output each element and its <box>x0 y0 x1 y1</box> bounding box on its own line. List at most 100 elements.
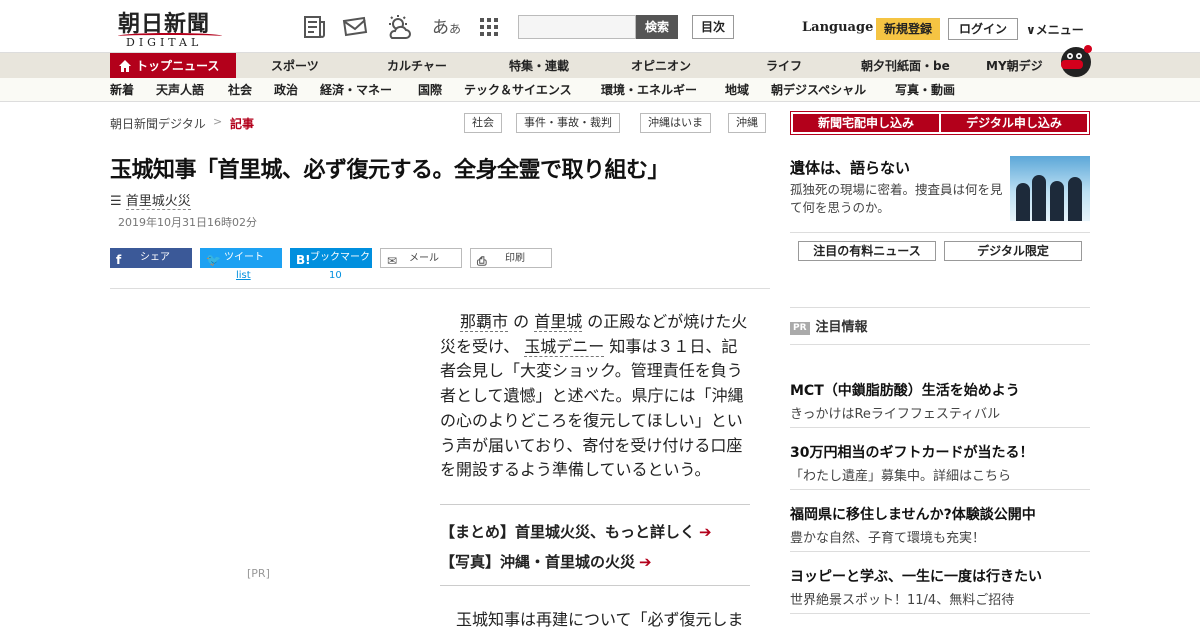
login-button[interactable]: ログイン <box>948 18 1018 40</box>
search-button[interactable]: 検索 <box>636 15 678 39</box>
tag-okinawa[interactable]: 沖縄 <box>728 113 766 133</box>
related-link-photos[interactable]: 【写真】沖縄・首里城の火災 ➔ <box>440 551 652 572</box>
nav-sports[interactable]: スポーツ <box>271 53 319 79</box>
asahi-digital-logo[interactable]: 朝日新聞 DIGITAL <box>110 6 230 49</box>
hatena-count[interactable]: 10 <box>329 270 342 281</box>
ad-title[interactable]: 30万円相当のギフトカードが当たる！ <box>790 442 1033 462</box>
nav-life[interactable]: ライフ <box>766 53 802 79</box>
pr-heading: PR 注目情報 <box>790 316 868 335</box>
twitter-count[interactable]: list <box>236 270 251 281</box>
sidebar-divider <box>790 427 1090 428</box>
nav-photo-video[interactable]: 写真・動画 <box>895 78 955 102</box>
weather-icon[interactable] <box>386 14 412 40</box>
sidebar-divider <box>790 489 1090 490</box>
ad-pr-label: [PR] <box>247 567 270 580</box>
font-large-label: あ <box>432 18 449 38</box>
menu-label: メニュー <box>1035 23 1084 37</box>
promo-title[interactable]: 遺体は、語らない <box>790 157 910 178</box>
ad-description[interactable]: 世界絶景スポット！11/4、無料ご招待 <box>790 589 1014 608</box>
related-link-label: 【写真】沖縄・首里城の火災 <box>440 553 636 571</box>
nav-my-asadigi[interactable]: MY朝デジ <box>986 53 1043 79</box>
pr-heading-label: 注目情報 <box>815 320 868 335</box>
paper-subscribe-button[interactable]: 新聞宅配申し込み <box>793 114 939 132</box>
subscribe-box: 新聞宅配申し込み デジタル申し込み <box>790 111 1090 135</box>
related-links: 【まとめ】首里城火災、もっと詳しく ➔ 【写真】沖縄・首里城の火災 ➔ <box>440 504 750 586</box>
ad-description[interactable]: きっかけはReライフフェスティバル <box>790 403 1000 422</box>
promo-description[interactable]: 孤独死の現場に密着。捜査員は何を見て何を思うのか。 <box>790 181 1005 217</box>
tag-incidents[interactable]: 事件・事故・裁判 <box>516 113 620 133</box>
newspaper-icon[interactable] <box>302 14 328 40</box>
ad-title[interactable]: MCT（中鎖脂肪酸）生活を始めよう <box>790 380 1020 400</box>
related-link-summary[interactable]: 【まとめ】首里城火災、もっと詳しく ➔ <box>440 521 712 542</box>
register-button[interactable]: 新規登録 <box>876 18 940 40</box>
hatena-icon: B! <box>296 253 311 267</box>
grid-apps-icon[interactable] <box>476 14 502 40</box>
facebook-share-button[interactable]: f シェア <box>110 248 192 268</box>
ad-title[interactable]: 福岡県に移住しませんか?体験談公開中 <box>790 504 1036 524</box>
hatena-bookmark-button[interactable]: B! ブックマーク <box>290 248 372 268</box>
digital-subscribe-button[interactable]: デジタル申し込み <box>941 114 1087 132</box>
bookmark-label: ブックマーク <box>310 252 370 263</box>
nav-international[interactable]: 国際 <box>418 78 442 102</box>
promo-image[interactable] <box>1010 156 1090 221</box>
topic-label: 首里城火災 <box>125 194 191 210</box>
language-link[interactable]: Language <box>802 20 873 35</box>
ad-description[interactable]: 豊かな自然、子育て環境も充実！ <box>790 527 985 546</box>
ad-description[interactable]: 「わたし遺産」募集中。詳細はこちら <box>790 465 1011 484</box>
nav-culture[interactable]: カルチャー <box>387 53 447 79</box>
article-title: 玉城知事「首里城、必ず復元する。全身全霊で取り組む」 <box>110 158 670 183</box>
digital-only-button[interactable]: デジタル限定 <box>944 241 1082 261</box>
nav-special[interactable]: 朝デジスペシャル <box>771 78 866 102</box>
keyword-tamaki[interactable]: 玉城デニー <box>524 336 605 357</box>
menu-button[interactable]: ∨メニュー <box>1026 21 1084 38</box>
print-label: 印刷 <box>505 253 525 264</box>
mail-ticket-icon[interactable] <box>342 14 368 40</box>
chevron-down-icon: ∨ <box>1026 23 1036 37</box>
nav-opinion[interactable]: オピニオン <box>631 53 691 79</box>
nav-latest[interactable]: 新着 <box>110 78 134 102</box>
nav-features[interactable]: 特集・連載 <box>509 53 569 79</box>
nav-paper[interactable]: 朝夕刊紙面・be <box>861 53 950 79</box>
index-button[interactable]: 目次 <box>692 15 734 39</box>
arrow-right-icon: ➔ <box>639 553 652 571</box>
keyword-naha[interactable]: 那覇市 <box>460 312 509 332</box>
nav-tenseijingo[interactable]: 天声人語 <box>156 78 204 102</box>
body-text-1: の <box>508 312 535 331</box>
nav-society[interactable]: 社会 <box>228 78 252 102</box>
mail-share-button[interactable]: ✉ メール <box>380 248 462 268</box>
nav-regional[interactable]: 地域 <box>725 78 749 102</box>
premium-news-button[interactable]: 注目の有料ニュース <box>798 241 936 261</box>
breadcrumb-current: 記事 <box>230 117 255 131</box>
topic-link[interactable]: ☰ 首里城火災 <box>110 190 191 210</box>
secondary-nav: 新着 天声人語 社会 政治 経済・マネー 国際 テック＆サイエンス 環境・エネル… <box>0 78 1200 102</box>
facebook-icon: f <box>116 253 122 267</box>
breadcrumb-home[interactable]: 朝日新聞デジタル <box>110 115 206 132</box>
mail-label: メール <box>409 253 439 264</box>
search-input[interactable] <box>518 15 636 39</box>
tag-okinawa-now[interactable]: 沖縄はいま <box>640 113 711 133</box>
nav-economy[interactable]: 経済・マネー <box>320 78 392 102</box>
ad-title[interactable]: ヨッピーと学ぶ、一生に一度は行きたい <box>790 566 1042 586</box>
sidebar-divider <box>790 232 1090 233</box>
twitter-icon: 🐦 <box>206 253 221 267</box>
sidebar-divider <box>790 307 1090 308</box>
keyword-shurijo[interactable]: 首里城 <box>534 312 583 332</box>
primary-nav: トップニュース スポーツ カルチャー 特集・連載 オピニオン ライフ 朝夕刊紙面… <box>0 52 1200 79</box>
print-button[interactable]: ⎙ 印刷 <box>470 248 552 268</box>
font-size-icon[interactable]: ああ <box>432 13 461 38</box>
twitter-share-button[interactable]: 🐦 ツイート <box>200 248 282 268</box>
arrow-right-icon: ➔ <box>699 523 712 541</box>
tag-society[interactable]: 社会 <box>464 113 502 133</box>
share-divider <box>110 288 770 289</box>
mascot-icon[interactable] <box>1055 44 1093 78</box>
home-icon <box>119 60 131 72</box>
nav-environment[interactable]: 環境・エネルギー <box>601 78 697 102</box>
breadcrumb-separator: > <box>213 115 223 128</box>
mail-icon: ✉ <box>387 254 398 268</box>
nav-politics[interactable]: 政治 <box>274 78 298 102</box>
share-label: シェア <box>140 252 170 263</box>
article-body: 那覇市 の 首里城 の正殿などが焼けた火災を受け、 玉城デニー 知事は３１日、記… <box>440 310 752 483</box>
nav-top-news[interactable]: トップニュース <box>110 53 236 79</box>
sidebar-divider <box>790 613 1090 614</box>
nav-tech-science[interactable]: テック＆サイエンス <box>464 78 572 102</box>
